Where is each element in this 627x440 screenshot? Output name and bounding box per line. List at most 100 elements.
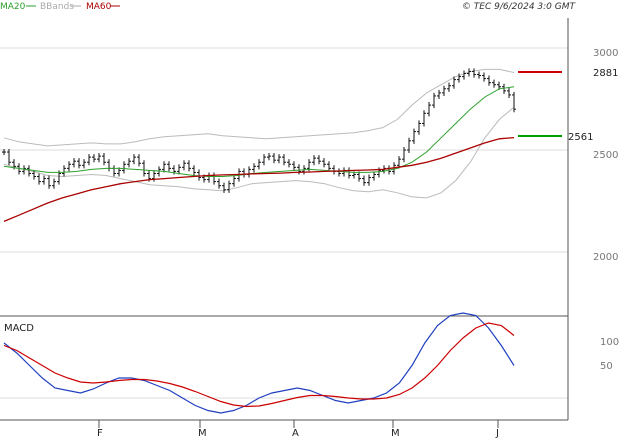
ohlc-bar [227,180,231,193]
ohlc-bar [282,154,286,166]
ohlc-bar [317,155,321,165]
y-tick-2000: 2000 [593,252,618,263]
ohlc-bar [272,153,276,164]
ohlc-bar [212,172,216,185]
moving-averages [3,86,515,222]
macd-panel: MACD [0,312,569,421]
macd-tick-100: 100 [600,337,619,348]
ohlc-bar [362,175,366,186]
ohlc-bar [427,102,431,117]
ohlc-bar [167,161,171,172]
ohlc-bar [222,182,226,193]
ohlc-bar [52,178,56,189]
ohlc-bar [412,128,416,144]
bollinger-bands [3,68,515,199]
ohlc-bar [252,163,256,173]
bband-upper-line [3,68,515,147]
ohlc-bar [82,159,86,169]
x-tick-m2: M [391,428,400,439]
ohlc-bar [192,165,196,176]
ohlc-bar [217,178,221,189]
y-tick-2500: 2500 [593,150,618,161]
chart-canvas: MACD MA20 BBands MA60 © TEC 9/6/2024 3:0… [0,2,619,439]
ohlc-bar [332,165,336,175]
ohlc-bar [462,70,466,80]
ohlc-bar [292,161,296,171]
ohlc-bar [487,75,491,86]
ohlc-bar [422,110,426,127]
ohlc-bar [312,155,316,166]
ohlc-bar [347,167,351,179]
macd-signal-line [3,322,515,408]
legend-bbands-label: BBands [40,2,74,12]
legend: MA20 BBands MA60 [0,2,120,12]
x-tick-j: J [495,428,499,439]
ohlc-bar [47,175,51,189]
ohlc-bar [92,154,96,163]
macd-tick-50: 50 [600,361,613,372]
legend-ma20-label: MA20 [0,2,26,12]
ohlc-bar [232,175,236,187]
ohlc-bar [107,159,111,172]
ohlc-bar [142,160,146,177]
ohlc-bar [262,154,266,166]
x-tick-a: A [292,428,299,439]
ohlc-bar [327,161,331,172]
ohlc-bar [122,161,126,174]
y-tick-3000: 3000 [593,48,618,59]
ohlc-bar [277,154,281,164]
macd-title: MACD [4,323,34,334]
ohlc-bar [187,160,191,172]
ohlc-bar [322,158,326,168]
ohlc-bar [402,146,406,163]
ohlc-bar [407,137,411,154]
ohlc-bar [247,166,251,178]
x-tick-f: F [97,428,103,439]
ohlc-bar [182,160,186,171]
ohlc-bar [492,79,496,88]
ohlc-bar [97,153,101,163]
ohlc-bar [67,161,71,172]
ohlc-bar [197,169,201,181]
ohlc-bar [42,175,46,185]
ohlc-bar [37,173,41,185]
x-tick-m1: M [198,428,207,439]
ohlc-bar [127,158,131,168]
x-axis: F M A M J [97,420,499,439]
ohlc-bar [482,72,486,82]
legend-ma60-label: MA60 [86,2,112,12]
copyright-timestamp: © TEC 9/6/2024 3:0 GMT [462,2,577,12]
resistance-label: 2881 [593,68,618,79]
ohlc-bar [287,159,291,168]
ohlc-bar [257,159,261,170]
ohlc-bar [337,168,341,177]
ohlc-bar [367,174,371,186]
ohlc-bar [372,171,376,181]
ohlc-bar [62,165,66,177]
ohlc-bar [102,153,106,166]
ohlc-bar [267,153,271,161]
ohlc-bar [437,89,441,99]
ohlc-bar [207,172,211,183]
ohlc-bar [87,154,91,166]
ohlc-bar [112,165,116,177]
ohlc-bar [472,68,476,78]
ohlc-bar [132,154,136,165]
ohlc-bar [447,82,451,92]
price-panel [0,18,569,318]
support-label: 2561 [568,132,593,143]
ohlc-bar [77,158,81,169]
bband-lower-line [3,106,515,199]
ohlc-bar [507,87,511,98]
ohlc-bar [512,91,516,113]
ohlc-bar [242,168,246,178]
ohlc-bar [417,120,421,135]
ohlc-bar [7,148,11,166]
ohlc-bar [442,85,446,96]
ohlc-bar [137,154,141,167]
ohlc-bar [72,158,76,168]
ohlc-bar [357,171,361,182]
ohlc-bar [432,92,436,109]
ohlc-bar [162,161,166,173]
ohlc-bar [477,71,481,79]
